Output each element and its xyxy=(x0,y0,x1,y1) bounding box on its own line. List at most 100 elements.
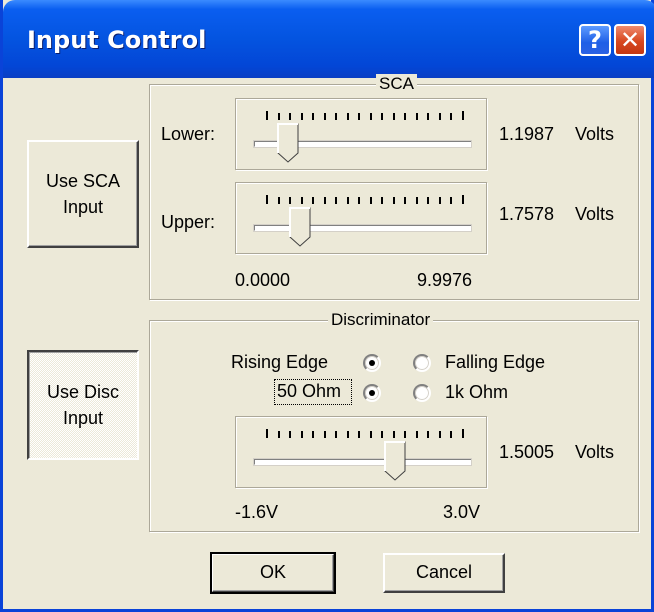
slider-tick xyxy=(416,113,418,120)
lower-unit: Volts xyxy=(575,124,615,144)
slider-thumb[interactable] xyxy=(384,441,406,481)
sca-range-max: 9.9976 xyxy=(417,270,473,290)
use-sca-label-line1: Use SCA xyxy=(45,171,121,191)
slider-tick xyxy=(450,197,452,204)
slider-tick xyxy=(324,113,326,120)
slider-tick xyxy=(404,431,406,438)
ok-button[interactable]: OK xyxy=(210,552,336,594)
radio-selected-dot xyxy=(369,360,375,366)
falling-edge-radio[interactable] xyxy=(413,354,431,372)
slider-tick xyxy=(462,111,464,120)
fifty-ohm-radio[interactable] xyxy=(363,384,381,402)
slider-tick xyxy=(278,197,280,204)
lower-label: Lower: xyxy=(161,124,216,144)
discriminator-value: 1.5005 xyxy=(499,442,555,462)
lower-value: 1.1987 xyxy=(499,124,555,144)
radio-selected-dot xyxy=(369,390,375,396)
slider-tick xyxy=(370,197,372,204)
lower-threshold-slider[interactable] xyxy=(235,98,487,170)
slider-tick xyxy=(289,113,291,120)
disc-range-max: 3.0V xyxy=(443,502,481,522)
slider-track xyxy=(254,459,471,465)
slider-thumb[interactable] xyxy=(289,207,311,247)
upper-value: 1.7578 xyxy=(499,204,555,224)
one-k-ohm-radio[interactable] xyxy=(413,384,431,402)
slider-tick xyxy=(301,113,303,120)
slider-tick xyxy=(381,113,383,120)
slider-tick xyxy=(416,431,418,438)
slider-tick xyxy=(450,113,452,120)
slider-tick xyxy=(266,429,268,438)
slider-tick xyxy=(324,431,326,438)
slider-tick xyxy=(381,431,383,438)
slider-tick xyxy=(393,431,395,438)
cancel-button[interactable]: Cancel xyxy=(383,553,505,593)
slider-tick xyxy=(439,197,441,204)
slider-tick xyxy=(404,197,406,204)
slider-tick xyxy=(289,431,291,438)
use-disc-label-line1: Use Disc xyxy=(46,382,119,402)
slider-track xyxy=(254,225,471,231)
slider-tick xyxy=(370,113,372,120)
slider-tick xyxy=(335,197,337,204)
slider-tick xyxy=(427,197,429,204)
slider-tick xyxy=(347,431,349,438)
rising-edge-label: Rising Edge xyxy=(231,352,329,372)
slider-tick xyxy=(381,197,383,204)
close-icon[interactable]: ✕ xyxy=(614,24,646,56)
slider-tick xyxy=(427,431,429,438)
slider-tick xyxy=(312,113,314,120)
use-disc-input-button[interactable]: Use Disc Input xyxy=(27,350,139,460)
slider-tick xyxy=(301,431,303,438)
slider-tick xyxy=(324,197,326,204)
upper-threshold-slider[interactable] xyxy=(235,182,487,254)
slider-tick xyxy=(312,197,314,204)
slider-tick xyxy=(312,431,314,438)
slider-tick xyxy=(358,197,360,204)
slider-tick xyxy=(439,113,441,120)
slider-tick xyxy=(358,113,360,120)
slider-tick xyxy=(462,195,464,204)
title-bar[interactable]: Input Control ? ✕ xyxy=(3,0,654,78)
slider-ticks xyxy=(266,429,464,439)
upper-unit: Volts xyxy=(575,204,615,224)
use-sca-label-line2: Input xyxy=(62,197,104,217)
discriminator-unit: Volts xyxy=(575,442,615,462)
slider-tick xyxy=(335,431,337,438)
sca-range-min: 0.0000 xyxy=(235,270,291,290)
slider-tick xyxy=(289,197,291,204)
slider-tick xyxy=(301,197,303,204)
slider-tick xyxy=(416,197,418,204)
use-sca-input-button[interactable]: Use SCA Input xyxy=(27,140,139,248)
slider-tick xyxy=(439,431,441,438)
slider-tick xyxy=(450,431,452,438)
window-title: Input Control xyxy=(27,26,207,54)
slider-tick xyxy=(278,113,280,120)
one-k-ohm-label: 1k Ohm xyxy=(445,382,509,402)
slider-tick xyxy=(393,113,395,120)
falling-edge-label: Falling Edge xyxy=(445,352,546,372)
slider-tick xyxy=(393,197,395,204)
slider-tick xyxy=(266,111,268,120)
slider-tick xyxy=(370,431,372,438)
slider-tick xyxy=(335,113,337,120)
use-disc-label-line2: Input xyxy=(62,408,104,428)
slider-tick xyxy=(358,431,360,438)
slider-tick xyxy=(278,431,280,438)
slider-ticks xyxy=(266,195,464,205)
sca-legend: SCA xyxy=(376,74,417,94)
help-icon[interactable]: ? xyxy=(579,24,611,56)
rising-edge-radio[interactable] xyxy=(363,354,381,372)
discriminator-legend: Discriminator xyxy=(328,310,434,330)
slider-tick xyxy=(347,197,349,204)
upper-label: Upper: xyxy=(161,212,216,232)
slider-tick xyxy=(462,429,464,438)
slider-tick xyxy=(427,113,429,120)
slider-tick xyxy=(347,113,349,120)
slider-tick xyxy=(266,195,268,204)
discriminator-slider[interactable] xyxy=(235,416,487,488)
input-control-dialog: Input Control ? ✕ Use SCA Input Use Disc… xyxy=(0,0,654,612)
slider-thumb[interactable] xyxy=(277,123,299,163)
slider-tick xyxy=(404,113,406,120)
disc-range-min: -1.6V xyxy=(235,502,279,522)
